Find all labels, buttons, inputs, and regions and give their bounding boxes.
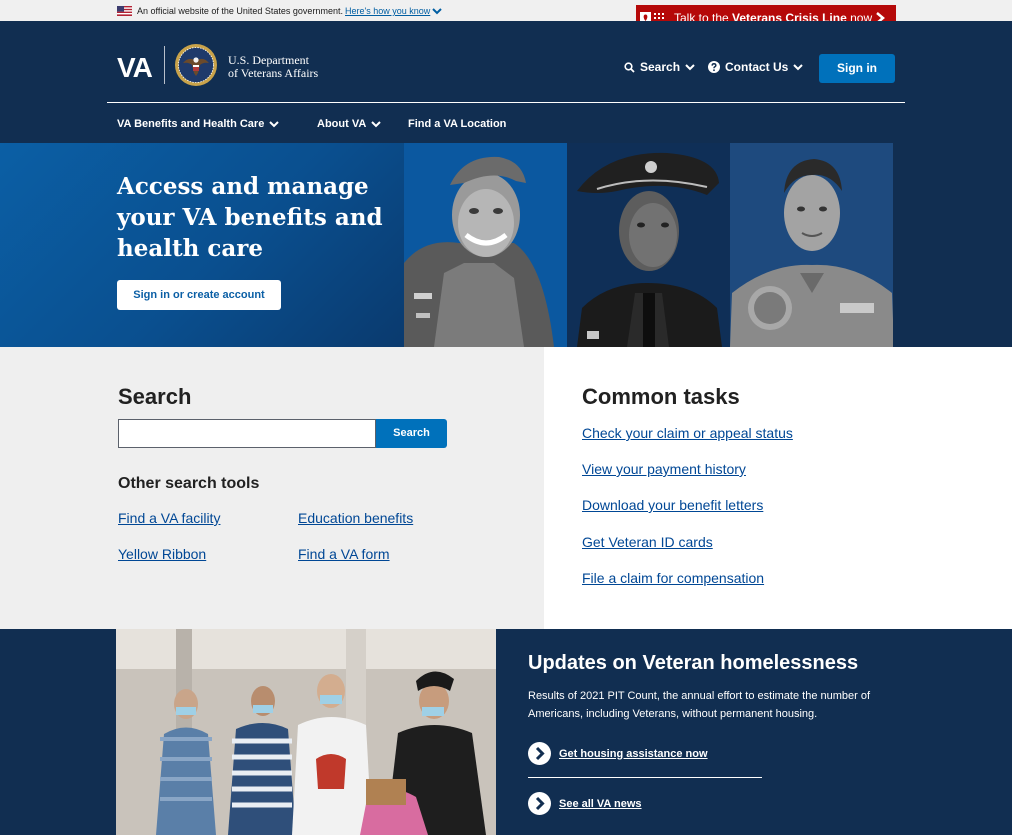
header-contact-menu[interactable]: Contact Us [708, 60, 804, 74]
task-link-claim-status[interactable]: Check your claim or appeal status [582, 425, 793, 441]
official-site-text: An official website of the United States… [137, 6, 343, 16]
hero-portrait-veteran-cap [404, 143, 567, 347]
updates-section [0, 629, 1012, 835]
link-find-va-facility[interactable]: Find a VA facility [118, 510, 220, 526]
hero-title: Access and manage your VA benefits and h… [117, 173, 383, 262]
hero-sign-in-button[interactable]: Sign in or create account [117, 280, 281, 310]
link-see-all-va-news-label: See all VA news [559, 797, 642, 810]
other-search-tools-heading: Other search tools [118, 475, 260, 492]
hero-portrait-pilot [730, 143, 893, 347]
chevron-down-icon[interactable] [432, 8, 442, 15]
updates-divider [528, 777, 762, 778]
header-sign-in-button[interactable]: Sign in [819, 54, 895, 83]
header-divider [107, 102, 905, 103]
menu-va-benefits-label: VA Benefits and Health Care [117, 118, 265, 130]
hero-section: Access and manage your VA benefits and h… [0, 143, 1012, 347]
chevron-down-icon [793, 63, 804, 70]
common-tasks-heading: Common tasks [582, 384, 740, 409]
task-link-payment-history[interactable]: View your payment history [582, 461, 746, 477]
menu-find-va-location-label: Find a VA Location [408, 118, 507, 130]
arrow-circle-right-icon [528, 792, 551, 815]
task-link-veteran-id-cards[interactable]: Get Veteran ID cards [582, 534, 713, 550]
question-circle-icon [708, 61, 720, 73]
chevron-down-icon [371, 120, 382, 127]
task-link-file-claim[interactable]: File a claim for compensation [582, 570, 764, 586]
search-icon [624, 61, 635, 73]
link-see-all-va-news[interactable]: See all VA news [528, 792, 642, 815]
task-link-benefit-letters[interactable]: Download your benefit letters [582, 497, 763, 513]
link-find-va-form[interactable]: Find a VA form [298, 546, 390, 562]
logo-divider [164, 46, 165, 84]
header-search-menu[interactable]: Search [624, 60, 695, 74]
chevron-down-icon [269, 120, 280, 127]
search-input[interactable] [118, 419, 376, 448]
chevron-down-icon [685, 63, 695, 70]
search-heading: Search [118, 384, 192, 409]
updates-title: Updates on Veteran homelessness [528, 652, 859, 674]
va-department-name: U.S. Department of Veterans Affairs [228, 53, 319, 80]
menu-va-benefits[interactable]: VA Benefits and Health Care [117, 118, 280, 130]
search-submit-button[interactable]: Search [376, 419, 447, 448]
search-panel [0, 347, 544, 629]
link-housing-assistance-label: Get housing assistance now [559, 747, 708, 760]
menu-about-va-label: About VA [317, 118, 367, 130]
updates-photo [116, 629, 496, 835]
header-search-label: Search [640, 60, 681, 74]
updates-description: Results of 2021 PIT Count, the annual ef… [528, 690, 871, 720]
menu-about-va[interactable]: About VA [317, 118, 382, 130]
va-seal-icon[interactable] [174, 43, 218, 87]
hero-portrait-officer [567, 143, 730, 347]
link-education-benefits[interactable]: Education benefits [298, 510, 413, 526]
us-flag-icon [117, 6, 132, 16]
site-header: VA U.S. Department of Veterans Affairs S… [0, 21, 1012, 143]
va-logo-text[interactable]: VA [117, 53, 153, 83]
header-contact-label: Contact Us [725, 60, 789, 74]
link-yellow-ribbon[interactable]: Yellow Ribbon [118, 546, 206, 562]
menu-find-va-location[interactable]: Find a VA Location [408, 118, 506, 130]
link-housing-assistance[interactable]: Get housing assistance now [528, 742, 708, 765]
arrow-circle-right-icon [528, 742, 551, 765]
heres-how-you-know-link[interactable]: Here's how you know [345, 6, 430, 17]
